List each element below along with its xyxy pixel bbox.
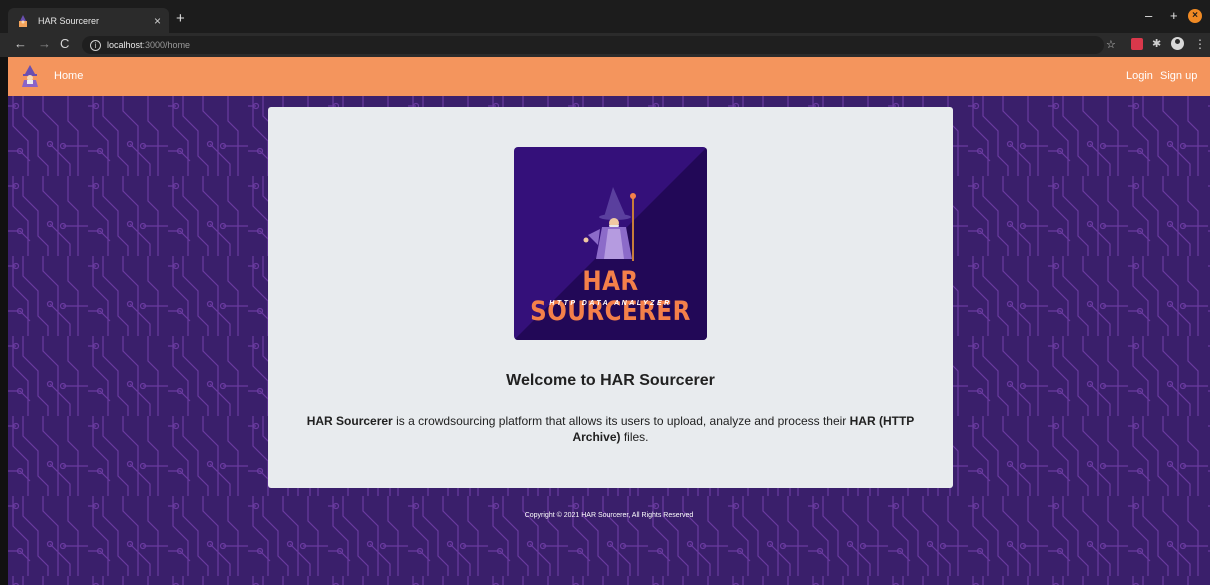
account-icon[interactable] [1171,37,1184,50]
minimize-icon[interactable]: – [1145,8,1152,23]
browser-window: HAR Sourcerer × + – + × ← → C i localhos… [0,0,1210,585]
tab-title: HAR Sourcerer [38,15,100,26]
close-window-icon[interactable]: × [1188,9,1202,23]
kebab-menu-icon[interactable]: ⋮ [1194,37,1206,51]
new-tab-icon[interactable]: + [176,11,185,26]
maximize-icon[interactable]: + [1170,8,1178,23]
tab-close-icon[interactable]: × [154,14,161,28]
browser-toolbar: ← → C i localhost:3000/home ☆ ✱ ⋮ [0,33,1210,57]
page-viewport: Home Login Sign up HAR SOURCERER HTTP DA… [8,57,1210,585]
description: HAR Sourcerer is a crowdsourcing platfor… [288,413,933,445]
reload-icon[interactable]: C [60,37,69,51]
welcome-heading: Welcome to HAR Sourcerer [506,372,715,389]
arrow-left-icon[interactable]: ← [14,37,27,51]
desc-middle: is a crowdsourcing platform that allows … [392,414,850,428]
tab-har-sourcerer[interactable]: HAR Sourcerer × [8,8,169,33]
url-host: localhost [107,40,143,50]
wizard-icon[interactable] [20,65,40,87]
desc-brand: HAR Sourcerer [306,414,393,428]
top-navbar: Home Login Sign up [8,57,1210,96]
arrow-right-icon[interactable]: → [38,37,51,51]
nav-login-link[interactable]: Login [1126,70,1153,82]
nav-signup-link[interactable]: Sign up [1160,70,1197,82]
logo-title: HAR SOURCERER [530,267,691,327]
wizard-icon [19,14,27,27]
address-bar[interactable]: i localhost:3000/home [82,36,1104,54]
nav-home-link[interactable]: Home [54,70,83,82]
puzzle-icon[interactable]: ✱ [1152,37,1164,50]
tab-bar: HAR Sourcerer × + – + × [0,0,1210,33]
url-path: :3000/home [142,40,191,50]
extension-icon[interactable] [1131,38,1143,50]
har-sourcerer-logo: HAR SOURCERER HTTP DATA ANALYZER [514,147,707,340]
footer-copyright: Copyright © 2021 HAR Sourcerer, All Righ… [524,512,694,519]
info-icon[interactable]: i [90,39,101,51]
star-icon[interactable]: ☆ [1106,38,1116,51]
desc-end: files. [620,430,649,444]
logo-subtitle: HTTP DATA ANALYZER [549,300,672,307]
welcome-card: HAR SOURCERER HTTP DATA ANALYZER Welcome… [268,107,953,488]
